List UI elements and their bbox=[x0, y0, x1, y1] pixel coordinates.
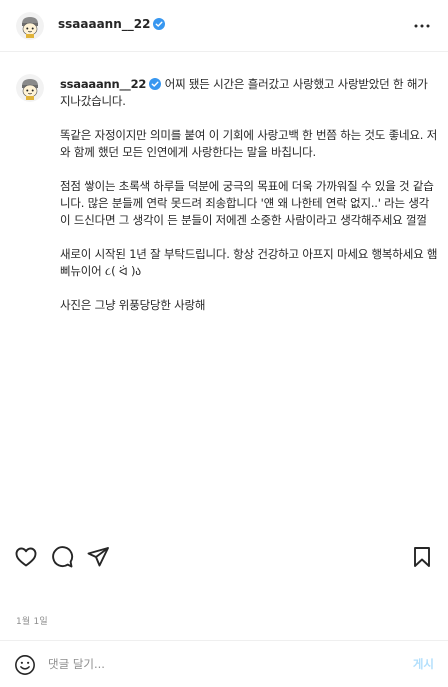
caption-paragraph: 점점 쌓이는 초록색 하루들 덕분에 궁극의 목표에 더욱 가까워질 수 있을 … bbox=[60, 179, 434, 227]
more-options-icon bbox=[414, 24, 430, 28]
verified-badge-icon bbox=[153, 18, 166, 30]
bookmark-icon bbox=[414, 547, 430, 567]
heart-icon bbox=[15, 547, 37, 567]
paper-plane-icon bbox=[87, 547, 109, 567]
caption-paragraph: 새로이 시작된 1년 잘 부탁드립니다. 항상 건강하고 아프지 마세요 행복하… bbox=[60, 247, 438, 278]
caption: ssaaaann__22 어찌 됐든 시간은 흘러갔고 사랑했고 사랑받았던 한… bbox=[60, 76, 438, 331]
more-options-button[interactable] bbox=[410, 14, 434, 38]
avatar-character-icon bbox=[16, 74, 44, 102]
caption-paragraph: ssaaaann__22 어찌 됐든 시간은 흘러갔고 사랑했고 사랑받았던 한… bbox=[60, 76, 438, 110]
header-username[interactable]: ssaaaann__22 bbox=[58, 17, 166, 31]
comment-icon bbox=[52, 546, 74, 568]
caption-paragraph: 똑같은 자정이지만 의미를 붙여 이 기회에 사랑고백 한 번쯤 하는 것도 좋… bbox=[60, 128, 438, 159]
save-button[interactable] bbox=[410, 545, 434, 569]
avatar-character-icon bbox=[16, 12, 44, 40]
post-comment-button[interactable]: 게시 bbox=[413, 656, 434, 672]
comment-input[interactable] bbox=[48, 653, 388, 675]
avatar[interactable] bbox=[16, 12, 44, 40]
caption-avatar[interactable] bbox=[16, 74, 44, 102]
emoji-button[interactable] bbox=[14, 654, 36, 676]
verified-badge-icon bbox=[149, 78, 162, 90]
caption-username[interactable]: ssaaaann__22 bbox=[60, 77, 146, 91]
emoji-icon bbox=[15, 655, 35, 675]
post-caption-area: ssaaaann__22 어찌 됐든 시간은 흘러갔고 사랑했고 사랑받았던 한… bbox=[0, 52, 448, 532]
like-button[interactable] bbox=[14, 545, 38, 569]
header-username-text[interactable]: ssaaaann__22 bbox=[58, 17, 150, 31]
share-button[interactable] bbox=[86, 545, 110, 569]
post-header: ssaaaann__22 bbox=[0, 0, 448, 52]
post-date[interactable]: 1월 1일 bbox=[16, 614, 48, 627]
comment-bar: 게시 bbox=[0, 640, 448, 687]
comment-button[interactable] bbox=[50, 545, 74, 569]
caption-paragraph: 사진은 그냥 위풍당당한 사랑해 bbox=[60, 298, 206, 312]
action-bar bbox=[0, 545, 448, 577]
